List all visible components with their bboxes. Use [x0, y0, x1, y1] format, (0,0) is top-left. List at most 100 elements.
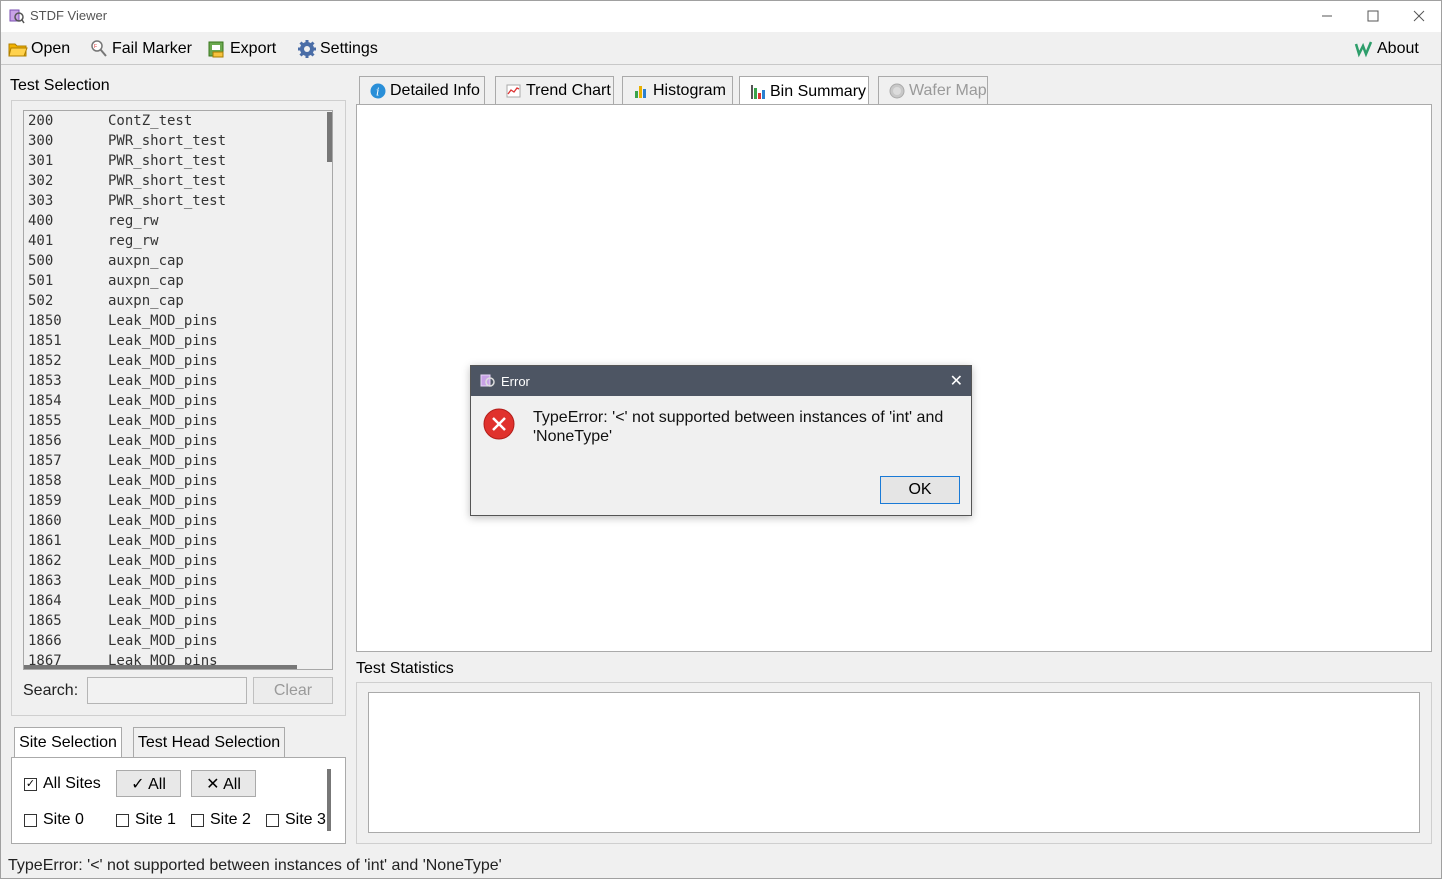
open-label: Open	[31, 40, 71, 57]
minimize-button[interactable]	[1304, 0, 1350, 32]
test-list-vertical-scrollbar[interactable]	[327, 112, 332, 162]
test-number: 500	[28, 253, 54, 269]
test-number: 1851	[28, 333, 62, 349]
tab-detailed-info[interactable]: i Detailed Info	[359, 76, 485, 105]
test-number: 1855	[28, 413, 62, 429]
settings-button[interactable]: Settings	[297, 36, 378, 62]
test-list-item[interactable]: 1861 Leak_MOD_pins	[28, 531, 218, 551]
test-list-item[interactable]: 1856 Leak_MOD_pins	[28, 431, 218, 451]
test-number: 303	[28, 193, 54, 209]
open-button[interactable]: Open	[8, 36, 70, 62]
test-number: 1861	[28, 533, 62, 549]
tab-site-selection[interactable]: Site Selection	[14, 727, 122, 758]
site-3-checkbox[interactable]: Site 3	[266, 811, 326, 829]
clear-button[interactable]: Clear	[253, 677, 333, 704]
test-list-item[interactable]: 301 PWR_short_test	[28, 151, 226, 171]
about-label: About	[1377, 40, 1419, 57]
info-icon: i	[370, 83, 386, 99]
test-list-item[interactable]: 1865 Leak_MOD_pins	[28, 611, 218, 631]
test-name: reg_rw	[108, 213, 159, 229]
site-2-label: Site 2	[210, 811, 251, 828]
test-list-item[interactable]: 1853 Leak_MOD_pins	[28, 371, 218, 391]
dialog-message: TypeError: '<' not supported between ins…	[533, 409, 944, 445]
check-all-button[interactable]: ✓ All	[116, 770, 181, 797]
test-list-item[interactable]: 1851 Leak_MOD_pins	[28, 331, 218, 351]
site-2-checkbox[interactable]: Site 2	[191, 811, 251, 829]
svg-text:F: F	[94, 44, 97, 50]
site-0-checkbox[interactable]: Site 0	[24, 811, 84, 829]
test-number: 1866	[28, 633, 62, 649]
checkbox-icon	[191, 813, 204, 827]
test-list-item[interactable]: 300 PWR_short_test	[28, 131, 226, 151]
test-list-item[interactable]: 1863 Leak_MOD_pins	[28, 571, 218, 591]
test-list-item[interactable]: 500 auxpn_cap	[28, 251, 184, 271]
tab-test-head-selection[interactable]: Test Head Selection	[133, 727, 285, 758]
close-window-button[interactable]	[1396, 0, 1442, 32]
test-list-item[interactable]: 502 auxpn_cap	[28, 291, 184, 311]
checkmark-icon: ✓	[24, 777, 37, 791]
test-list[interactable]: 200 ContZ_test 300 PWR_short_test 301 PWR_sho…	[23, 110, 333, 670]
test-number: 1852	[28, 353, 62, 369]
tab-wafer-map[interactable]: Wafer Map	[878, 76, 988, 105]
test-list-item[interactable]: 1860 Leak_MOD_pins	[28, 511, 218, 531]
test-list-item[interactable]: 1862 Leak_MOD_pins	[28, 551, 218, 571]
fail-marker-button[interactable]: F Fail Marker	[89, 36, 192, 62]
test-number: 1857	[28, 453, 62, 469]
test-name: PWR_short_test	[108, 173, 227, 189]
search-label: Search:	[23, 682, 79, 699]
test-list-item[interactable]: 200 ContZ_test	[28, 111, 192, 131]
export-button[interactable]: Export	[207, 36, 276, 62]
test-list-item[interactable]: 303 PWR_short_test	[28, 191, 226, 211]
test-name: Leak_MOD_pins	[108, 493, 218, 509]
tab-bin-summary-label: Bin Summary	[770, 82, 867, 100]
tab-trend-chart[interactable]: Trend Chart	[495, 76, 614, 105]
site-1-checkbox[interactable]: Site 1	[116, 811, 176, 829]
test-list-item[interactable]: 302 PWR_short_test	[28, 171, 226, 191]
test-list-item[interactable]: 1864 Leak_MOD_pins	[28, 591, 218, 611]
test-name: Leak_MOD_pins	[108, 533, 218, 549]
test-list-item[interactable]: 1854 Leak_MOD_pins	[28, 391, 218, 411]
test-name: PWR_short_test	[108, 133, 227, 149]
test-number: 1863	[28, 573, 62, 589]
uncheck-all-button[interactable]: ✕ All	[191, 770, 256, 797]
test-list-item[interactable]: 400 reg_rw	[28, 211, 159, 231]
test-list-item[interactable]: 401 reg_rw	[28, 231, 159, 251]
trend-chart-icon	[506, 84, 521, 98]
maximize-button[interactable]	[1350, 0, 1396, 32]
test-list-item[interactable]: 1858 Leak_MOD_pins	[28, 471, 218, 491]
test-list-item[interactable]: 1857 Leak_MOD_pins	[28, 451, 218, 471]
bin-summary-icon	[751, 84, 765, 99]
dialog-title-bar: Error ✕	[471, 366, 971, 396]
wafer-map-icon	[889, 83, 905, 99]
test-number: 1856	[28, 433, 62, 449]
site-panel-scrollbar[interactable]	[327, 769, 331, 831]
search-input[interactable]	[87, 677, 247, 704]
tab-bin-summary[interactable]: Bin Summary	[739, 76, 869, 106]
test-list-item[interactable]: 1859 Leak_MOD_pins	[28, 491, 218, 511]
all-sites-checkbox[interactable]: ✓ All Sites	[24, 775, 101, 793]
test-list-item[interactable]: 1866 Leak_MOD_pins	[28, 631, 218, 651]
tab-histogram[interactable]: Histogram	[622, 76, 733, 105]
error-icon	[483, 408, 515, 440]
export-label: Export	[230, 40, 277, 57]
dialog-close-button[interactable]: ✕	[950, 371, 963, 391]
test-list-item[interactable]: 1850 Leak_MOD_pins	[28, 311, 218, 331]
test-list-horizontal-scrollbar[interactable]	[24, 665, 297, 669]
test-number: 400	[28, 213, 54, 229]
test-number: 1859	[28, 493, 62, 509]
ok-button[interactable]: OK	[880, 476, 960, 504]
test-statistics-table[interactable]	[368, 692, 1420, 833]
test-list-item[interactable]: 1855 Leak_MOD_pins	[28, 411, 218, 431]
site-0-label: Site 0	[43, 811, 84, 828]
test-name: reg_rw	[108, 233, 159, 249]
test-name: Leak_MOD_pins	[108, 393, 218, 409]
test-number: 1865	[28, 613, 62, 629]
test-list-item[interactable]: 1852 Leak_MOD_pins	[28, 351, 218, 371]
test-name: PWR_short_test	[108, 193, 227, 209]
test-number: 501	[28, 273, 54, 289]
fail-marker-label: Fail Marker	[112, 40, 193, 57]
about-button[interactable]: About	[1354, 36, 1419, 62]
test-number: 302	[28, 173, 54, 189]
test-list-item[interactable]: 501 auxpn_cap	[28, 271, 184, 291]
folder-open-icon	[8, 43, 28, 57]
